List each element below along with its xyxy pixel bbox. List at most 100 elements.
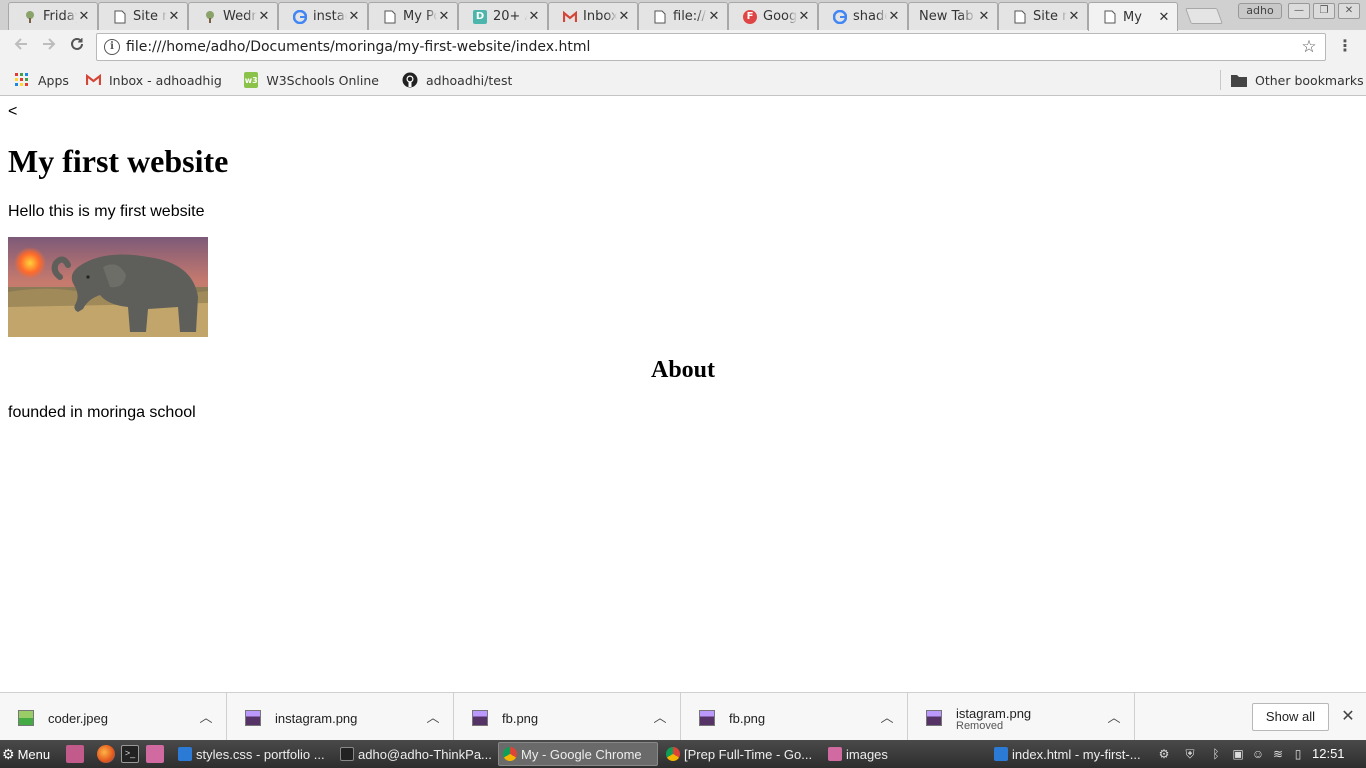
- close-icon[interactable]: ✕: [437, 9, 451, 24]
- bookmarks-bar: Apps Inbox - adhoadhigal w3 W3Schools On…: [0, 64, 1366, 96]
- tab-new-tab[interactable]: New Tab ✕: [908, 2, 998, 30]
- settings-tray-icon[interactable]: ⚙: [1156, 746, 1172, 762]
- restore-button[interactable]: ❐: [1313, 3, 1335, 19]
- close-icon[interactable]: ✕: [1067, 9, 1081, 24]
- files-icon[interactable]: [146, 745, 164, 763]
- page-icon: [653, 10, 667, 24]
- task-index-html[interactable]: index.html - my-first-...: [990, 742, 1142, 766]
- bookmark-inbox[interactable]: Inbox - adhoadhigal: [86, 70, 222, 90]
- forward-arrow-icon: [43, 38, 56, 50]
- task-label: images: [846, 746, 888, 762]
- terminal-icon[interactable]: >_: [121, 745, 139, 763]
- bookmark-star-icon[interactable]: ☆: [1297, 37, 1321, 57]
- tab-inbox[interactable]: Inbox ✕: [548, 2, 638, 30]
- wifi-tray-icon[interactable]: ≋: [1270, 746, 1286, 762]
- firefox-icon[interactable]: [97, 745, 115, 763]
- minimize-button[interactable]: —: [1288, 3, 1310, 19]
- tab-friday[interactable]: Friday ✕: [8, 2, 98, 30]
- back-button[interactable]: [10, 36, 32, 58]
- close-icon[interactable]: ✕: [797, 9, 811, 24]
- task-label: adho@adho-ThinkPa...: [358, 746, 492, 762]
- bookmark-label: W3Schools Online W: [266, 72, 382, 88]
- close-window-button[interactable]: ✕: [1338, 3, 1360, 19]
- reload-button[interactable]: [66, 36, 88, 58]
- image-file-icon: [245, 710, 261, 726]
- close-icon[interactable]: ✕: [887, 9, 901, 24]
- web-page-content: < My first website Hello this is my firs…: [0, 97, 1366, 692]
- chevron-up-icon[interactable]: ︿: [651, 707, 669, 726]
- chrome-menu-button[interactable]: ⋮: [1334, 35, 1356, 59]
- show-desktop-icon[interactable]: [66, 745, 84, 763]
- chevron-up-icon[interactable]: ︿: [197, 707, 215, 726]
- start-menu-button[interactable]: ⚙ Menu: [2, 744, 50, 764]
- task-images-folder[interactable]: images: [824, 742, 982, 766]
- download-item[interactable]: fb.png ︿: [454, 693, 681, 741]
- close-icon[interactable]: ✕: [167, 9, 181, 24]
- battery-tray-icon[interactable]: ▯: [1290, 746, 1306, 762]
- info-icon[interactable]: i: [104, 39, 120, 55]
- task-chrome-prep[interactable]: [Prep Full-Time - Go...: [662, 742, 820, 766]
- download-item[interactable]: istagram.png Removed ︿: [908, 693, 1135, 741]
- tab-title: 20+ A: [493, 9, 527, 24]
- tab-my-portfolio[interactable]: My Po ✕: [368, 2, 458, 30]
- close-icon[interactable]: ✕: [1157, 10, 1171, 25]
- download-item[interactable]: fb.png ︿: [681, 693, 908, 741]
- tab-site[interactable]: Site n ✕: [98, 2, 188, 30]
- chevron-up-icon[interactable]: ︿: [424, 707, 442, 726]
- close-icon[interactable]: ✕: [77, 9, 91, 24]
- about-text: founded in moringa school: [8, 404, 196, 421]
- clipboard-tray-icon[interactable]: ▣: [1230, 746, 1246, 762]
- tab-title: instag: [313, 9, 347, 24]
- shield-tray-icon[interactable]: ⛨: [1182, 746, 1198, 762]
- chevron-up-icon[interactable]: ︿: [878, 707, 896, 726]
- page-title: My first website: [8, 143, 229, 179]
- close-icon[interactable]: ✕: [977, 9, 991, 24]
- tab-shade[interactable]: shade ✕: [818, 2, 908, 30]
- back-link[interactable]: <: [8, 103, 17, 121]
- new-tab-button[interactable]: [1185, 8, 1223, 24]
- chevron-up-icon[interactable]: ︿: [1105, 707, 1123, 726]
- image-file-icon: [472, 710, 488, 726]
- close-shelf-icon[interactable]: ✕: [1338, 706, 1358, 726]
- tab-site-2[interactable]: Site n ✕: [998, 2, 1088, 30]
- tab-instagram-search[interactable]: instag ✕: [278, 2, 368, 30]
- close-icon[interactable]: ✕: [347, 9, 361, 24]
- close-icon[interactable]: ✕: [617, 9, 631, 24]
- url-input[interactable]: [126, 39, 1297, 55]
- show-all-button[interactable]: Show all: [1252, 703, 1329, 731]
- user-tray-icon[interactable]: ☺: [1250, 746, 1266, 762]
- download-filename: fb.png: [729, 711, 766, 726]
- task-styles-css[interactable]: styles.css - portfolio ...: [174, 742, 332, 766]
- tab-wednesday[interactable]: Wedn ✕: [188, 2, 278, 30]
- close-icon[interactable]: ✕: [707, 9, 721, 24]
- task-terminal[interactable]: adho@adho-ThinkPa...: [336, 742, 494, 766]
- close-icon[interactable]: ✕: [257, 9, 271, 24]
- profile-button[interactable]: adho: [1238, 3, 1282, 19]
- forward-button[interactable]: [38, 36, 60, 58]
- page-icon: [1103, 10, 1117, 24]
- download-item[interactable]: coder.jpeg ︿: [0, 693, 227, 741]
- tab-google[interactable]: F Goog ✕: [728, 2, 818, 30]
- close-icon[interactable]: ✕: [527, 9, 541, 24]
- tab-file[interactable]: file:// ✕: [638, 2, 728, 30]
- tab-title: My: [1123, 9, 1142, 25]
- task-label: My - Google Chrome: [521, 746, 642, 762]
- bookmark-w3schools[interactable]: w3 W3Schools Online W: [244, 70, 382, 90]
- bookmark-github[interactable]: adhoadhi/test: [402, 70, 512, 90]
- bookmark-label: Inbox - adhoadhigal: [109, 72, 222, 88]
- bluetooth-tray-icon[interactable]: ᛒ: [1208, 746, 1224, 762]
- tab-title: Site n: [133, 9, 167, 24]
- clock[interactable]: 12:51: [1312, 746, 1345, 761]
- back-arrow-icon: [14, 38, 27, 50]
- page-icon: [1013, 10, 1027, 24]
- tab-my-active[interactable]: My ✕: [1088, 2, 1178, 31]
- reload-icon: [71, 37, 83, 50]
- tab-20-a[interactable]: D 20+ A ✕: [458, 2, 548, 30]
- bookmark-other[interactable]: Other bookmarks: [1231, 70, 1364, 90]
- download-item[interactable]: instagram.png ︿: [227, 693, 454, 741]
- tab-title: My Po: [403, 9, 437, 24]
- address-bar[interactable]: i ☆: [96, 33, 1326, 61]
- tree-icon: [203, 10, 217, 24]
- bookmark-apps[interactable]: Apps: [14, 70, 69, 90]
- task-chrome-active[interactable]: My - Google Chrome: [498, 742, 658, 766]
